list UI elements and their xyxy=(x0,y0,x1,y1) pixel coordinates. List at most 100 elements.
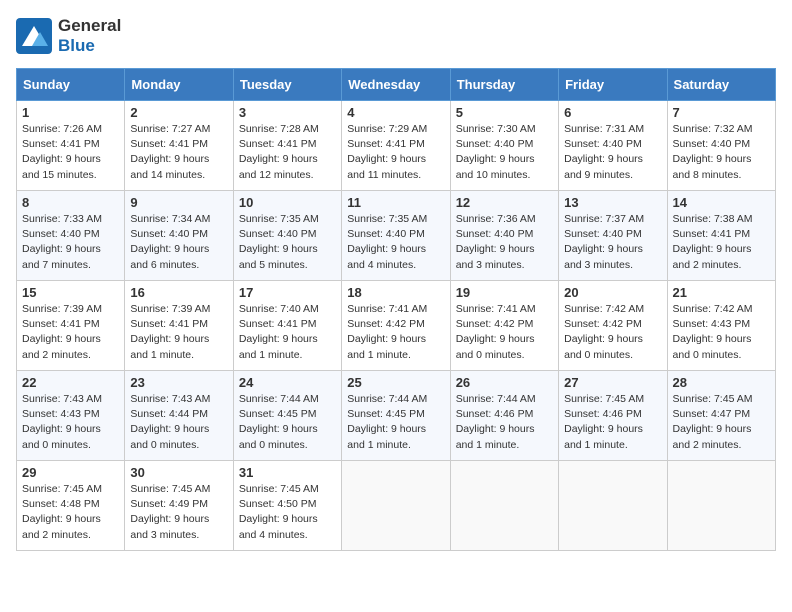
daylight-label: Daylight: 9 hours and 11 minutes. xyxy=(347,153,426,180)
daylight-label: Daylight: 9 hours and 0 minutes. xyxy=(456,333,535,360)
day-number: 23 xyxy=(130,375,227,390)
page-header: General Blue xyxy=(16,16,776,56)
day-number: 15 xyxy=(22,285,119,300)
daylight-label: Daylight: 9 hours and 1 minute. xyxy=(456,423,535,450)
calendar-day-cell xyxy=(559,461,667,551)
sunset-label: Sunset: 4:40 PM xyxy=(673,138,751,150)
day-info: Sunrise: 7:35 AM Sunset: 4:40 PM Dayligh… xyxy=(347,212,444,273)
daylight-label: Daylight: 9 hours and 0 minutes. xyxy=(673,333,752,360)
daylight-label: Daylight: 9 hours and 7 minutes. xyxy=(22,243,101,270)
day-number: 26 xyxy=(456,375,553,390)
day-number: 14 xyxy=(673,195,770,210)
day-info: Sunrise: 7:45 AM Sunset: 4:49 PM Dayligh… xyxy=(130,482,227,543)
day-info: Sunrise: 7:35 AM Sunset: 4:40 PM Dayligh… xyxy=(239,212,336,273)
day-info: Sunrise: 7:44 AM Sunset: 4:46 PM Dayligh… xyxy=(456,392,553,453)
calendar-header-row: SundayMondayTuesdayWednesdayThursdayFrid… xyxy=(17,69,776,101)
sunrise-label: Sunrise: 7:33 AM xyxy=(22,213,102,225)
sunrise-label: Sunrise: 7:43 AM xyxy=(22,393,102,405)
day-info: Sunrise: 7:34 AM Sunset: 4:40 PM Dayligh… xyxy=(130,212,227,273)
sunrise-label: Sunrise: 7:32 AM xyxy=(673,123,753,135)
calendar-day-cell: 25 Sunrise: 7:44 AM Sunset: 4:45 PM Dayl… xyxy=(342,371,450,461)
calendar-day-cell: 8 Sunrise: 7:33 AM Sunset: 4:40 PM Dayli… xyxy=(17,191,125,281)
calendar-day-cell: 26 Sunrise: 7:44 AM Sunset: 4:46 PM Dayl… xyxy=(450,371,558,461)
sunrise-label: Sunrise: 7:45 AM xyxy=(239,483,319,495)
sunrise-label: Sunrise: 7:39 AM xyxy=(130,303,210,315)
daylight-label: Daylight: 9 hours and 0 minutes. xyxy=(564,333,643,360)
day-info: Sunrise: 7:33 AM Sunset: 4:40 PM Dayligh… xyxy=(22,212,119,273)
sunset-label: Sunset: 4:42 PM xyxy=(456,318,534,330)
weekday-header-tuesday: Tuesday xyxy=(233,69,341,101)
day-number: 9 xyxy=(130,195,227,210)
logo: General Blue xyxy=(16,16,121,56)
day-info: Sunrise: 7:41 AM Sunset: 4:42 PM Dayligh… xyxy=(456,302,553,363)
daylight-label: Daylight: 9 hours and 1 minute. xyxy=(130,333,209,360)
sunset-label: Sunset: 4:40 PM xyxy=(347,228,425,240)
day-info: Sunrise: 7:45 AM Sunset: 4:50 PM Dayligh… xyxy=(239,482,336,543)
calendar-day-cell xyxy=(342,461,450,551)
calendar-day-cell: 7 Sunrise: 7:32 AM Sunset: 4:40 PM Dayli… xyxy=(667,101,775,191)
day-number: 24 xyxy=(239,375,336,390)
sunset-label: Sunset: 4:44 PM xyxy=(130,408,208,420)
calendar-week-row: 29 Sunrise: 7:45 AM Sunset: 4:48 PM Dayl… xyxy=(17,461,776,551)
calendar-week-row: 22 Sunrise: 7:43 AM Sunset: 4:43 PM Dayl… xyxy=(17,371,776,461)
calendar-day-cell: 5 Sunrise: 7:30 AM Sunset: 4:40 PM Dayli… xyxy=(450,101,558,191)
day-info: Sunrise: 7:42 AM Sunset: 4:42 PM Dayligh… xyxy=(564,302,661,363)
calendar-day-cell: 30 Sunrise: 7:45 AM Sunset: 4:49 PM Dayl… xyxy=(125,461,233,551)
day-number: 13 xyxy=(564,195,661,210)
daylight-label: Daylight: 9 hours and 2 minutes. xyxy=(22,333,101,360)
sunset-label: Sunset: 4:40 PM xyxy=(564,138,642,150)
sunset-label: Sunset: 4:42 PM xyxy=(347,318,425,330)
sunrise-label: Sunrise: 7:31 AM xyxy=(564,123,644,135)
day-number: 2 xyxy=(130,105,227,120)
day-number: 6 xyxy=(564,105,661,120)
sunset-label: Sunset: 4:47 PM xyxy=(673,408,751,420)
day-info: Sunrise: 7:28 AM Sunset: 4:41 PM Dayligh… xyxy=(239,122,336,183)
sunrise-label: Sunrise: 7:42 AM xyxy=(673,303,753,315)
weekday-header-wednesday: Wednesday xyxy=(342,69,450,101)
sunrise-label: Sunrise: 7:44 AM xyxy=(239,393,319,405)
calendar-day-cell: 16 Sunrise: 7:39 AM Sunset: 4:41 PM Dayl… xyxy=(125,281,233,371)
calendar-day-cell: 24 Sunrise: 7:44 AM Sunset: 4:45 PM Dayl… xyxy=(233,371,341,461)
day-info: Sunrise: 7:30 AM Sunset: 4:40 PM Dayligh… xyxy=(456,122,553,183)
sunset-label: Sunset: 4:40 PM xyxy=(456,138,534,150)
calendar-day-cell: 17 Sunrise: 7:40 AM Sunset: 4:41 PM Dayl… xyxy=(233,281,341,371)
day-info: Sunrise: 7:42 AM Sunset: 4:43 PM Dayligh… xyxy=(673,302,770,363)
daylight-label: Daylight: 9 hours and 2 minutes. xyxy=(673,243,752,270)
daylight-label: Daylight: 9 hours and 4 minutes. xyxy=(239,513,318,540)
daylight-label: Daylight: 9 hours and 1 minute. xyxy=(239,333,318,360)
day-number: 1 xyxy=(22,105,119,120)
calendar-day-cell: 21 Sunrise: 7:42 AM Sunset: 4:43 PM Dayl… xyxy=(667,281,775,371)
day-number: 28 xyxy=(673,375,770,390)
sunset-label: Sunset: 4:48 PM xyxy=(22,498,100,510)
daylight-label: Daylight: 9 hours and 9 minutes. xyxy=(564,153,643,180)
sunset-label: Sunset: 4:46 PM xyxy=(456,408,534,420)
sunset-label: Sunset: 4:46 PM xyxy=(564,408,642,420)
daylight-label: Daylight: 9 hours and 2 minutes. xyxy=(673,423,752,450)
day-info: Sunrise: 7:44 AM Sunset: 4:45 PM Dayligh… xyxy=(239,392,336,453)
daylight-label: Daylight: 9 hours and 6 minutes. xyxy=(130,243,209,270)
sunset-label: Sunset: 4:41 PM xyxy=(673,228,751,240)
day-info: Sunrise: 7:40 AM Sunset: 4:41 PM Dayligh… xyxy=(239,302,336,363)
sunrise-label: Sunrise: 7:35 AM xyxy=(347,213,427,225)
calendar-day-cell: 23 Sunrise: 7:43 AM Sunset: 4:44 PM Dayl… xyxy=(125,371,233,461)
sunrise-label: Sunrise: 7:39 AM xyxy=(22,303,102,315)
sunset-label: Sunset: 4:41 PM xyxy=(347,138,425,150)
daylight-label: Daylight: 9 hours and 3 minutes. xyxy=(130,513,209,540)
weekday-header-saturday: Saturday xyxy=(667,69,775,101)
day-number: 8 xyxy=(22,195,119,210)
calendar-day-cell: 9 Sunrise: 7:34 AM Sunset: 4:40 PM Dayli… xyxy=(125,191,233,281)
sunrise-label: Sunrise: 7:45 AM xyxy=(22,483,102,495)
calendar-day-cell: 11 Sunrise: 7:35 AM Sunset: 4:40 PM Dayl… xyxy=(342,191,450,281)
calendar-day-cell: 29 Sunrise: 7:45 AM Sunset: 4:48 PM Dayl… xyxy=(17,461,125,551)
daylight-label: Daylight: 9 hours and 14 minutes. xyxy=(130,153,209,180)
calendar-day-cell: 6 Sunrise: 7:31 AM Sunset: 4:40 PM Dayli… xyxy=(559,101,667,191)
day-info: Sunrise: 7:45 AM Sunset: 4:47 PM Dayligh… xyxy=(673,392,770,453)
calendar-day-cell: 13 Sunrise: 7:37 AM Sunset: 4:40 PM Dayl… xyxy=(559,191,667,281)
daylight-label: Daylight: 9 hours and 1 minute. xyxy=(347,423,426,450)
sunrise-label: Sunrise: 7:41 AM xyxy=(347,303,427,315)
sunrise-label: Sunrise: 7:42 AM xyxy=(564,303,644,315)
logo-icon xyxy=(16,18,52,54)
sunrise-label: Sunrise: 7:29 AM xyxy=(347,123,427,135)
day-number: 29 xyxy=(22,465,119,480)
sunrise-label: Sunrise: 7:28 AM xyxy=(239,123,319,135)
